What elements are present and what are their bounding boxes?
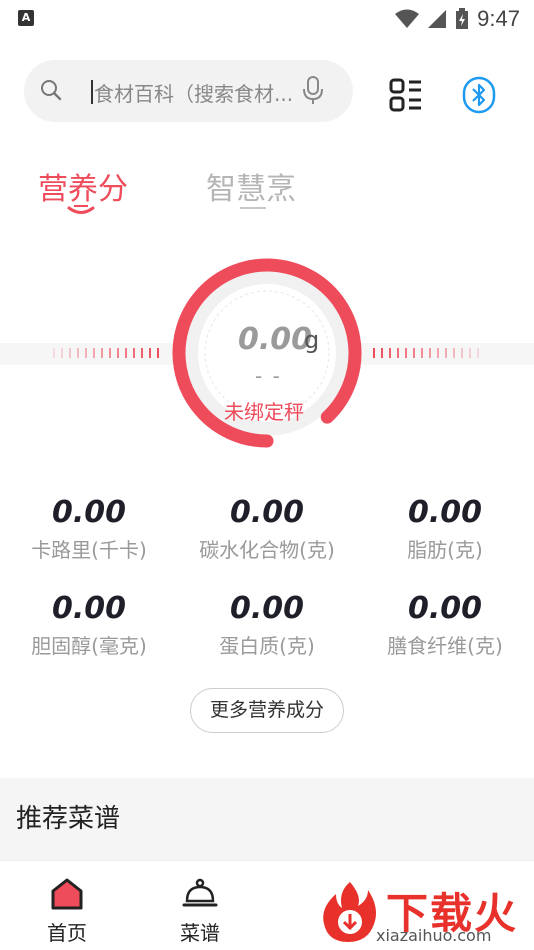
search-icon (41, 80, 62, 101)
weight-value: 0.00 (238, 322, 313, 357)
mic-icon[interactable] (303, 76, 323, 106)
nutrient-label: 碳水化合物(克) (199, 538, 335, 562)
cloche-icon (182, 878, 218, 907)
nutrient-cholesterol: 0.00 胆固醇(毫克) (0, 590, 178, 659)
bind-scale-status[interactable]: 未绑定秤 (224, 396, 304, 425)
nutrient-label: 蛋白质(克) (219, 634, 315, 658)
nav-recipes-label: 菜谱 (180, 921, 220, 945)
watermark-url: xiazaihuo.com (376, 926, 492, 945)
nutrient-value: 0.00 (229, 591, 305, 626)
status-time: 9:47 (477, 6, 520, 31)
bluetooth-icon[interactable] (462, 76, 496, 114)
status-icons: 9:47 (395, 6, 520, 32)
tick-marks-left (53, 348, 159, 358)
scan-icon[interactable] (389, 78, 423, 112)
nutrient-protein: 0.00 蛋白质(克) (178, 590, 356, 659)
tab-active-indicator (67, 205, 95, 214)
nutrient-value: 0.00 (51, 591, 127, 626)
nutrient-label: 卡路里(千卡) (31, 538, 147, 562)
weight-unit: g (304, 326, 320, 354)
watermark-logo: 下载火 xiazaihuo.com (314, 880, 530, 946)
home-icon (51, 878, 83, 910)
tick-marks-right (373, 348, 479, 358)
wifi-icon (395, 9, 420, 28)
flame-logo-icon (323, 882, 376, 942)
nutrient-label: 膳食纤维(克) (387, 634, 503, 658)
nutrient-fiber: 0.00 膳食纤维(克) (356, 590, 534, 659)
nutrient-value: 0.00 (407, 495, 483, 530)
search-input[interactable]: 食材百科（搜索食材... (24, 60, 353, 122)
battery-icon (456, 8, 469, 29)
nav-home[interactable]: 首页 (22, 861, 112, 950)
nav-home-label: 首页 (47, 921, 87, 945)
nutrient-label: 脂肪(克) (407, 538, 483, 562)
nav-recipes[interactable]: 菜谱 (155, 861, 245, 950)
nutrient-value: 0.00 (407, 591, 483, 626)
weight-sub-value: - - (255, 364, 282, 388)
status-bar: A 9:47 (0, 0, 534, 38)
search-placeholder: 食材百科（搜索食材... (94, 82, 294, 106)
recommend-recipes-title: 推荐菜谱 (16, 804, 121, 834)
signal-icon (428, 10, 447, 28)
nutrient-value: 0.00 (229, 495, 305, 530)
nutrient-fat: 0.00 脂肪(克) (356, 494, 534, 563)
more-nutrients-button[interactable]: 更多营养成分 (190, 688, 344, 733)
tab-smart-cooking[interactable]: 智慧烹 (206, 164, 296, 208)
notification-badge-icon: A (18, 10, 34, 26)
nutrient-label: 胆固醇(毫克) (31, 634, 147, 658)
text-caret (91, 80, 93, 104)
tab-partial-glyph (240, 207, 266, 209)
nutrient-carbs: 0.00 碳水化合物(克) (178, 494, 356, 563)
nutrient-calories: 0.00 卡路里(千卡) (0, 494, 178, 563)
nutrient-value: 0.00 (51, 495, 127, 530)
tab-nutrition[interactable]: 营养分 (38, 164, 128, 208)
